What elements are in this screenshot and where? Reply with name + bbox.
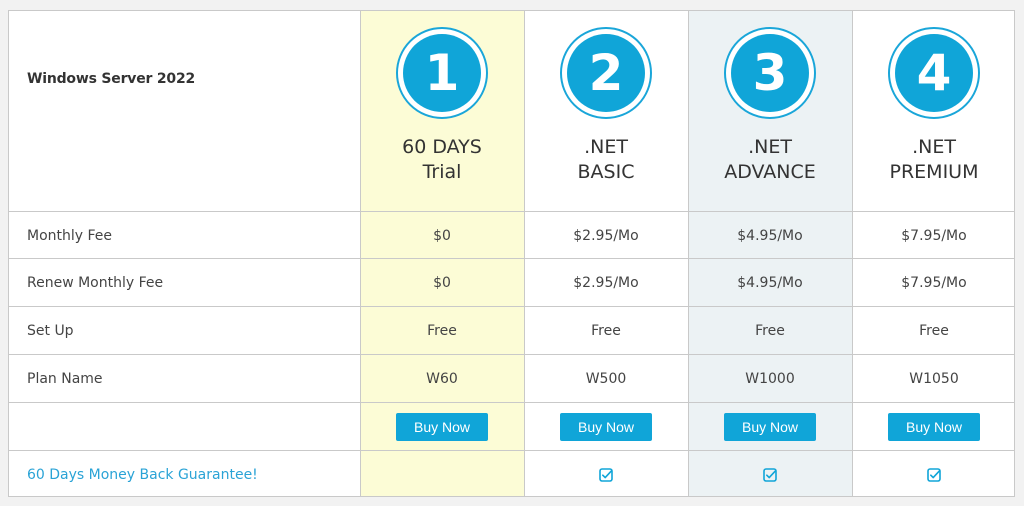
buy-now-button-w60[interactable]: Buy Now [396,412,488,441]
plan-header-2: 2 .NET BASIC [524,11,688,211]
plan-name-value: W500 [585,370,627,387]
renew-fee-value: $0 [433,274,451,291]
plan-title-line2: ADVANCE [724,161,816,183]
buy-now-button-w500[interactable]: Buy Now [560,412,652,441]
guarantee-cell [524,451,688,498]
plan-title: .NET PREMIUM [852,135,1016,185]
plan-title: .NET ADVANCE [688,135,852,185]
plan-title-line2: PREMIUM [889,161,979,183]
setup-value: Free [427,322,457,339]
renew-fee-value: $4.95/Mo [737,274,803,291]
monthly-fee-value: $7.95/Mo [901,227,967,244]
plan-number: 1 [403,34,481,112]
plan-title-line1: .NET [912,136,956,158]
check-square-icon [763,467,777,482]
plan-name-value: W1000 [745,370,795,387]
plan-title: .NET BASIC [524,135,688,185]
pricing-table: Windows Server 2022 1 60 DAYS Trial 2 .N… [8,10,1015,497]
plan-name-value: W60 [426,370,458,387]
setup-value: Free [919,322,949,339]
buy-cell: Buy Now [688,403,852,450]
plan-title-line1: .NET [748,136,792,158]
renew-fee-value: $7.95/Mo [901,274,967,291]
plan-title-line2: Trial [422,161,462,183]
plan-number: 2 [567,34,645,112]
monthly-fee-value: $2.95/Mo [573,227,639,244]
plan-number-badge: 3 [724,27,816,119]
monthly-fee-value: $0 [433,227,451,244]
plan-number-badge: 1 [396,27,488,119]
plan-number: 4 [895,34,973,112]
plan-header-3: 3 .NET ADVANCE [688,11,852,211]
row-label-plan-name: Plan Name [27,370,103,387]
product-title: Windows Server 2022 [27,71,196,87]
setup-value: Free [591,322,621,339]
plan-number-badge: 2 [560,27,652,119]
buy-cell: Buy Now [524,403,688,450]
row-label-renew-fee: Renew Monthly Fee [27,274,164,291]
buy-now-button-w1050[interactable]: Buy Now [888,412,980,441]
guarantee-cell [688,451,852,498]
row-label-monthly-fee: Monthly Fee [27,227,113,244]
buy-cell: Buy Now [852,403,1016,450]
check-square-icon [927,467,941,482]
plan-number: 3 [731,34,809,112]
plan-header-4: 4 .NET PREMIUM [852,11,1016,211]
monthly-fee-value: $4.95/Mo [737,227,803,244]
plan-title-line2: BASIC [577,161,635,183]
plan-title-line1: 60 DAYS [402,136,482,158]
renew-fee-value: $2.95/Mo [573,274,639,291]
buy-now-button-w1000[interactable]: Buy Now [724,412,816,441]
row-label-setup: Set Up [27,322,74,339]
plan-header-1: 1 60 DAYS Trial [360,11,524,211]
plan-name-value: W1050 [909,370,959,387]
plan-title-line1: .NET [584,136,628,158]
plan-title: 60 DAYS Trial [360,135,524,185]
setup-value: Free [755,322,785,339]
plan-number-badge: 4 [888,27,980,119]
check-square-icon [599,467,613,482]
buy-cell: Buy Now [360,403,524,450]
money-back-guarantee-link[interactable]: 60 Days Money Back Guarantee! [27,451,347,498]
guarantee-cell [852,451,1016,498]
